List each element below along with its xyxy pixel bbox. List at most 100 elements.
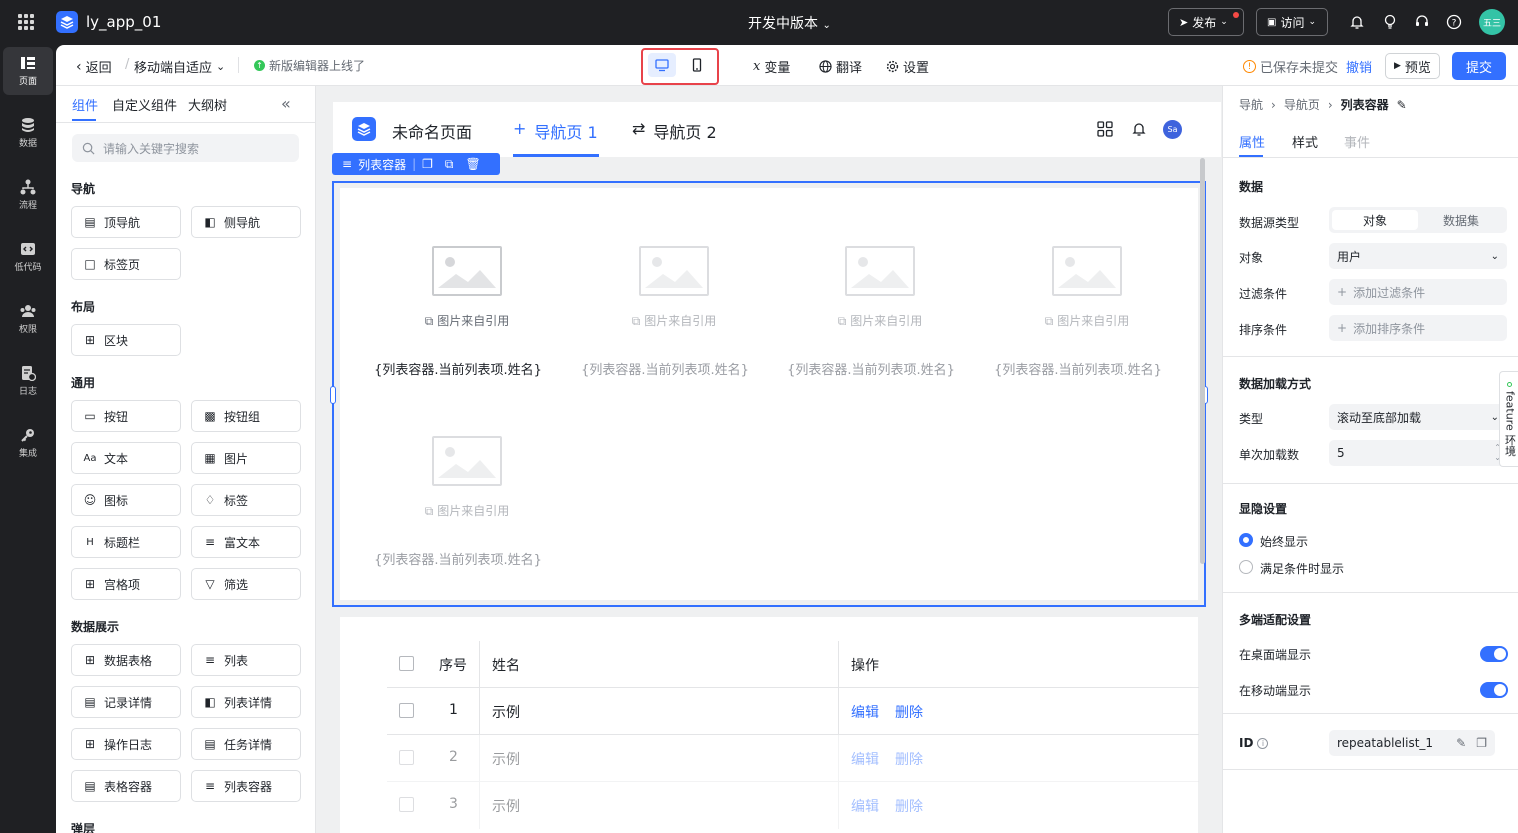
- row-delete-link[interactable]: 删除: [895, 749, 923, 769]
- delete-icon[interactable]: 🗑: [465, 157, 480, 171]
- copy-icon[interactable]: ❐: [1476, 736, 1487, 750]
- submit-button[interactable]: 提交: [1452, 52, 1507, 80]
- row-checkbox[interactable]: [399, 703, 414, 718]
- component-list[interactable]: ≡ 列表: [191, 644, 301, 676]
- image-placeholder[interactable]: [432, 436, 502, 486]
- desktop-view-button[interactable]: [648, 53, 676, 77]
- source-type-object[interactable]: 对象: [1332, 210, 1418, 230]
- rail-item-permissions[interactable]: 权限: [3, 295, 53, 343]
- resize-handle-left[interactable]: [330, 386, 336, 404]
- tab-components[interactable]: 组件: [72, 95, 98, 114]
- conditional-show-radio[interactable]: [1239, 560, 1253, 574]
- mobile-view-button[interactable]: [683, 53, 711, 77]
- undo-button[interactable]: 撤销: [1346, 57, 1372, 76]
- bell-icon[interactable]: [1347, 12, 1367, 32]
- apps-grid-icon[interactable]: [1097, 121, 1113, 141]
- canvas-scrollbar[interactable]: [1200, 158, 1205, 564]
- component-icon[interactable]: ☺ 图标: [71, 484, 181, 516]
- editor-notice[interactable]: ↑ 新版编辑器上线了: [254, 57, 365, 74]
- source-type-dataset[interactable]: 数据集: [1418, 210, 1504, 230]
- row-edit-link[interactable]: 编辑: [851, 749, 879, 769]
- image-placeholder[interactable]: [639, 246, 709, 296]
- copy-icon[interactable]: ❐: [422, 157, 433, 171]
- selected-component-label[interactable]: 列表容器: [358, 156, 406, 173]
- rail-item-integration[interactable]: 集成: [3, 419, 53, 467]
- info-icon[interactable]: i: [1257, 737, 1269, 749]
- desktop-show-toggle[interactable]: [1480, 646, 1508, 662]
- component-title-bar[interactable]: H 标题栏: [71, 526, 181, 558]
- edit-icon[interactable]: ✎: [1397, 98, 1407, 112]
- image-placeholder[interactable]: [845, 246, 915, 296]
- feature-env-tab[interactable]: feature 环境: [1499, 371, 1518, 467]
- add-filter-button[interactable]: + 添加过滤条件: [1329, 279, 1507, 305]
- edit-icon[interactable]: ✎: [1456, 736, 1466, 750]
- image-placeholder[interactable]: [1052, 246, 1122, 296]
- page-mode-selector[interactable]: 移动端自适应 ⌄: [134, 57, 225, 76]
- component-tab-page[interactable]: □ 标签页: [71, 248, 181, 280]
- settings-button[interactable]: 设置: [886, 57, 929, 76]
- tab-events[interactable]: 事件: [1344, 132, 1370, 151]
- id-field[interactable]: repeatablelist_1 ✎ ❐: [1329, 730, 1495, 756]
- row-delete-link[interactable]: 删除: [895, 796, 923, 816]
- batch-count-input[interactable]: 5 ⌃ ⌄: [1329, 440, 1507, 466]
- back-button[interactable]: ‹ 返回: [76, 57, 112, 77]
- component-task-detail[interactable]: ▤ 任务详情: [191, 728, 301, 760]
- headset-icon[interactable]: [1412, 12, 1432, 32]
- app-name[interactable]: ly_app_01: [86, 13, 161, 31]
- nav-tab-2[interactable]: ⇄ 导航页 2: [632, 119, 717, 143]
- rail-item-logs[interactable]: 日志: [3, 357, 53, 405]
- rail-item-flow[interactable]: 流程: [3, 171, 53, 219]
- component-data-table[interactable]: ⊞ 数据表格: [71, 644, 181, 676]
- component-top-nav[interactable]: ▤ 顶导航: [71, 206, 181, 238]
- user-avatar[interactable]: Sa: [1163, 120, 1182, 139]
- version-selector[interactable]: 开发中版本 ⌄: [748, 13, 831, 33]
- component-record-detail[interactable]: ▤ 记录详情: [71, 686, 181, 718]
- load-type-select[interactable]: 滚动至底部加载 ⌄: [1329, 404, 1507, 430]
- component-button[interactable]: ▭ 按钮: [71, 400, 181, 432]
- visit-button[interactable]: ▣ 访问 ⌄: [1256, 8, 1328, 36]
- nav-tab-1[interactable]: + 导航页 1: [513, 119, 598, 143]
- tab-outline[interactable]: 大纲树: [188, 95, 227, 114]
- lightbulb-icon[interactable]: [1380, 12, 1400, 32]
- tab-properties[interactable]: 属性: [1239, 132, 1265, 151]
- row-edit-link[interactable]: 编辑: [851, 796, 879, 816]
- component-list-container[interactable]: ≡ 列表容器: [191, 770, 301, 802]
- breadcrumb-item[interactable]: 导航: [1239, 96, 1263, 113]
- rail-item-lowcode[interactable]: 低代码: [3, 233, 53, 281]
- add-sort-button[interactable]: + 添加排序条件: [1329, 315, 1507, 341]
- component-block[interactable]: ⊞ 区块: [71, 324, 181, 356]
- rail-item-pages[interactable]: 页面: [3, 47, 53, 95]
- duplicate-icon[interactable]: ⧉: [445, 157, 454, 172]
- component-list-detail[interactable]: ◧ 列表详情: [191, 686, 301, 718]
- collapse-panel-icon[interactable]: «: [281, 94, 291, 113]
- component-image[interactable]: ▦ 图片: [191, 442, 301, 474]
- component-search[interactable]: 请输入关键字搜索: [72, 134, 299, 162]
- component-filter[interactable]: ▽ 筛选: [191, 568, 301, 600]
- tab-custom-components[interactable]: 自定义组件: [112, 95, 177, 114]
- select-all-checkbox[interactable]: [399, 656, 414, 671]
- rail-item-data[interactable]: 数据: [3, 109, 53, 157]
- component-button-group[interactable]: ▩ 按钮组: [191, 400, 301, 432]
- row-checkbox[interactable]: [399, 750, 414, 765]
- component-table-container[interactable]: ▤ 表格容器: [71, 770, 181, 802]
- image-placeholder[interactable]: [432, 246, 502, 296]
- user-avatar[interactable]: 五三: [1479, 9, 1505, 35]
- component-tag[interactable]: ♢ 标签: [191, 484, 301, 516]
- tab-styles[interactable]: 样式: [1292, 132, 1318, 151]
- always-show-radio[interactable]: [1239, 533, 1253, 547]
- row-delete-link[interactable]: 删除: [895, 702, 923, 722]
- component-rich-text[interactable]: ≡ 富文本: [191, 526, 301, 558]
- object-select[interactable]: 用户 ⌄: [1329, 243, 1507, 269]
- translate-button[interactable]: 翻译: [819, 57, 862, 76]
- preview-button[interactable]: ▶ 预览: [1385, 53, 1440, 79]
- component-text[interactable]: Aa 文本: [71, 442, 181, 474]
- help-icon[interactable]: ?: [1444, 12, 1464, 32]
- component-op-log[interactable]: ⊞ 操作日志: [71, 728, 181, 760]
- publish-button[interactable]: ➤ 发布 ⌄: [1168, 8, 1244, 36]
- app-grid-icon[interactable]: [18, 14, 34, 30]
- bell-icon[interactable]: [1131, 121, 1147, 141]
- breadcrumb-item[interactable]: 导航页: [1284, 96, 1320, 113]
- row-checkbox[interactable]: [399, 797, 414, 812]
- row-edit-link[interactable]: 编辑: [851, 702, 879, 722]
- variables-button[interactable]: 𝑥 变量: [753, 57, 790, 76]
